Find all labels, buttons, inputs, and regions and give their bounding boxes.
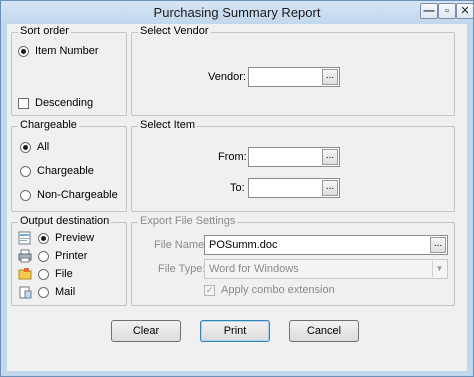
descending-checkbox-box[interactable]	[18, 97, 29, 109]
non-chargeable-radio[interactable]: Non-Chargeable	[20, 189, 118, 201]
select-item-group: Select Item From: ... To: ...	[131, 119, 455, 212]
to-label: To:	[230, 182, 245, 194]
item-number-radio[interactable]: Item Number	[18, 45, 99, 57]
printer-icon	[18, 249, 32, 263]
file-name-field[interactable]: POSumm.doc ...	[204, 235, 448, 255]
item-number-label: Item Number	[35, 45, 99, 57]
file-type-label: File Type:	[158, 263, 206, 275]
descending-label: Descending	[35, 97, 94, 109]
window-title: Purchasing Summary Report	[153, 5, 321, 20]
from-field[interactable]: ...	[248, 147, 340, 167]
sort-order-group: Sort order Item Number Descending	[11, 25, 127, 116]
cancel-button-label: Cancel	[306, 325, 342, 337]
item-number-radio-dot[interactable]	[18, 45, 29, 57]
mail-icon	[18, 285, 32, 299]
from-label: From:	[218, 151, 247, 163]
file-name-browse-button[interactable]: ...	[430, 237, 446, 253]
apply-combo-label: Apply combo extension	[221, 284, 335, 296]
clear-button[interactable]: Clear	[111, 320, 181, 342]
output-destination-legend: Output destination	[18, 215, 112, 227]
export-settings-legend: Export File Settings	[138, 215, 238, 227]
dialog-client-area: Sort order Item Number Descending Select…	[7, 24, 467, 371]
output-destination-group: Output destination Preview Printer File …	[11, 215, 127, 306]
maximize-button[interactable]: ▫	[438, 3, 456, 19]
non-chargeable-label: Non-Chargeable	[37, 189, 118, 201]
chargeable-legend: Chargeable	[18, 119, 79, 131]
chevron-down-icon[interactable]: ▼	[432, 261, 446, 277]
export-settings-group: Export File Settings File Name: POSumm.d…	[131, 215, 455, 306]
preview-radio[interactable]: Preview	[18, 231, 94, 245]
file-name-value: POSumm.doc	[209, 239, 278, 251]
file-name-label: File Name:	[154, 239, 208, 251]
preview-label: Preview	[55, 232, 95, 244]
folder-icon	[18, 267, 32, 281]
mail-label: Mail	[55, 286, 76, 298]
print-button-label: Print	[223, 325, 247, 337]
cancel-button[interactable]: Cancel	[289, 320, 359, 342]
select-item-legend: Select Item	[138, 119, 198, 131]
printer-radio[interactable]: Printer	[18, 249, 87, 263]
file-type-select[interactable]: Word for Windows ▼	[204, 259, 448, 279]
close-button[interactable]: ✕	[456, 3, 474, 19]
preview-radio-dot[interactable]	[38, 232, 49, 244]
vendor-field[interactable]: ...	[248, 67, 340, 87]
chargeable-radio-dot[interactable]	[20, 165, 31, 177]
minimize-button[interactable]: —	[420, 3, 438, 19]
vendor-browse-button[interactable]: ...	[322, 69, 338, 85]
printer-radio-dot[interactable]	[38, 250, 49, 262]
file-radio-dot[interactable]	[38, 268, 49, 280]
from-browse-button[interactable]: ...	[322, 149, 338, 165]
clear-button-label: Clear	[132, 325, 160, 337]
preview-icon	[18, 231, 32, 245]
non-chargeable-radio-dot[interactable]	[20, 189, 31, 201]
mail-radio[interactable]: Mail	[18, 285, 75, 299]
chargeable-radio[interactable]: Chargeable	[20, 165, 94, 177]
apply-combo-checkbox-box[interactable]: ✓	[204, 284, 215, 296]
vendor-label: Vendor:	[208, 71, 246, 83]
printer-label: Printer	[55, 250, 88, 262]
chargeable-label: Chargeable	[37, 165, 94, 177]
file-type-value: Word for Windows	[209, 263, 299, 275]
apply-combo-checkbox[interactable]: ✓ Apply combo extension	[204, 284, 335, 296]
select-vendor-group: Select Vendor Vendor: ...	[131, 25, 455, 116]
chargeable-all-radio-dot[interactable]	[20, 141, 31, 153]
chargeable-all-label: All	[37, 141, 50, 153]
sort-order-legend: Sort order	[18, 25, 71, 37]
file-label: File	[55, 268, 73, 280]
print-button[interactable]: Print	[200, 320, 270, 342]
chargeable-all-radio[interactable]: All	[20, 141, 49, 153]
select-vendor-legend: Select Vendor	[138, 25, 211, 37]
mail-radio-dot[interactable]	[38, 286, 49, 298]
title-bar[interactable]: Purchasing Summary Report — ▫ ✕	[1, 1, 474, 23]
to-browse-button[interactable]: ...	[322, 180, 338, 196]
file-radio[interactable]: File	[18, 267, 73, 281]
to-field[interactable]: ...	[248, 178, 340, 198]
descending-checkbox[interactable]: Descending	[18, 97, 93, 109]
report-window: Purchasing Summary Report — ▫ ✕ Sort ord…	[0, 0, 474, 377]
chargeable-group: Chargeable All Chargeable Non-Chargeable	[11, 119, 127, 212]
